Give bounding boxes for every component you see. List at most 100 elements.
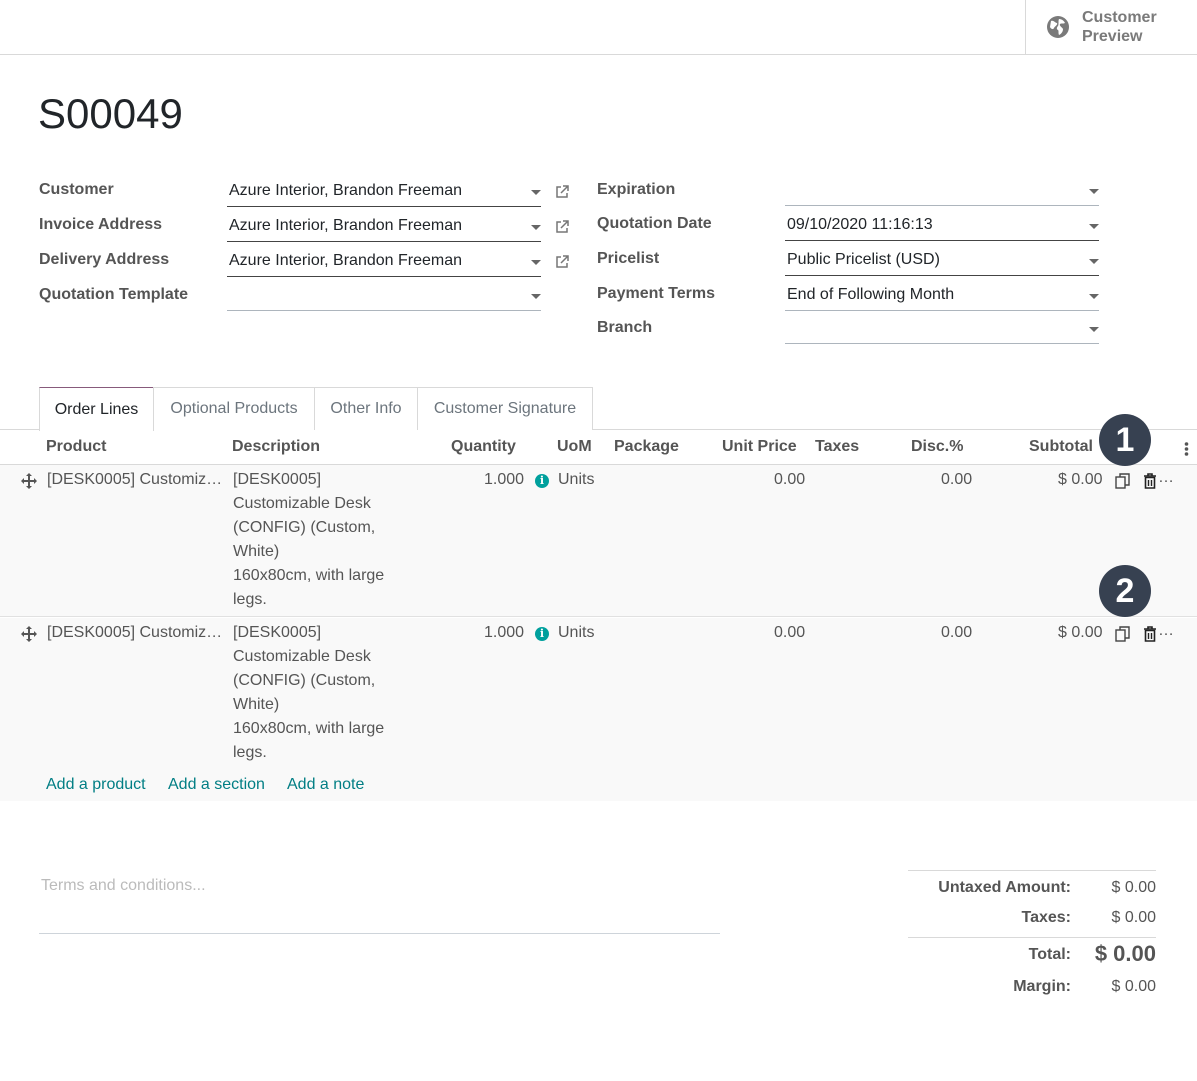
order-lines-header: Product Description Quantity UoM Package… <box>0 430 1197 465</box>
table-row[interactable]: [DESK0005] Customiz… [DESK0005] Customiz… <box>0 465 1197 617</box>
drag-handle-icon[interactable] <box>21 626 37 642</box>
quotation-date-field[interactable]: 09/10/2020 11:16:13 <box>785 212 1099 241</box>
preview-label-line2: Preview <box>1082 28 1143 45</box>
add-product-link[interactable]: Add a product <box>46 776 146 794</box>
customer-field[interactable]: Azure Interior, Brandon Freeman <box>227 178 541 207</box>
more-actions-ellipsis[interactable]: … <box>1158 622 1174 640</box>
column-header-package[interactable]: Package <box>614 438 679 456</box>
column-header-subtotal[interactable]: Subtotal <box>1029 438 1093 456</box>
drag-handle-icon[interactable] <box>21 473 37 489</box>
column-options-icon[interactable] <box>1184 441 1189 457</box>
customer-preview-button[interactable]: Customer Preview <box>1025 0 1197 54</box>
column-header-quantity[interactable]: Quantity <box>451 438 516 456</box>
external-link-icon[interactable] <box>554 184 570 200</box>
discount-cell[interactable]: 0.00 <box>941 624 972 642</box>
description-line: White) <box>233 696 280 713</box>
info-icon[interactable]: i <box>535 474 549 488</box>
product-cell[interactable]: [DESK0005] Customiz… <box>47 624 222 642</box>
preview-label-line1: Customer <box>1082 9 1157 26</box>
add-section-link[interactable]: Add a section <box>168 776 265 794</box>
payment-terms-field[interactable]: End of Following Month <box>785 282 1099 311</box>
delivery-address-value: Azure Interior, Brandon Freeman <box>229 252 463 269</box>
column-header-discount[interactable]: Disc.% <box>911 438 963 456</box>
payment-terms-label: Payment Terms <box>597 285 715 302</box>
chevron-down-icon[interactable] <box>531 294 541 299</box>
quotation-date-value: 09/10/2020 11:16:13 <box>787 216 933 233</box>
untaxed-amount-value: $ 0.00 <box>1111 879 1156 896</box>
trash-icon[interactable] <box>1142 626 1158 642</box>
chevron-down-icon[interactable] <box>531 260 541 265</box>
margin-value: $ 0.00 <box>1111 978 1156 995</box>
terms-and-conditions-field[interactable]: Terms and conditions... <box>39 874 720 934</box>
subtotal-cell: $ 0.00 <box>1058 624 1103 641</box>
totals-divider <box>908 870 1156 871</box>
chevron-down-icon[interactable] <box>1089 327 1099 332</box>
uom-cell[interactable]: Units <box>558 624 594 642</box>
description-cell[interactable]: [DESK0005] Customizable Desk (CONFIG) (C… <box>233 468 403 612</box>
chevron-down-icon[interactable] <box>1089 259 1099 264</box>
payment-terms-value: End of Following Month <box>787 286 955 303</box>
description-line: (CONFIG) (Custom, <box>233 519 376 536</box>
totals-divider <box>908 937 1156 938</box>
invoice-address-value: Azure Interior, Brandon Freeman <box>229 217 463 234</box>
invoice-address-label: Invoice Address <box>39 216 163 233</box>
tab-optional-products[interactable]: Optional Products <box>153 387 315 430</box>
tab-order-lines[interactable]: Order Lines <box>39 387 154 431</box>
column-header-unit-price[interactable]: Unit Price <box>722 438 797 456</box>
description-line: Customizable Desk <box>233 648 371 665</box>
notebook-tabs: Order Lines Optional Products Other Info… <box>0 387 1197 431</box>
total-value: $ 0.00 <box>1094 941 1156 966</box>
add-note-link[interactable]: Add a note <box>287 776 364 794</box>
delivery-address-field[interactable]: Azure Interior, Brandon Freeman <box>227 248 541 277</box>
chevron-down-icon[interactable] <box>1089 224 1099 229</box>
chevron-down-icon[interactable] <box>531 225 541 230</box>
more-actions-ellipsis[interactable]: … <box>1158 469 1174 487</box>
tab-customer-signature[interactable]: Customer Signature <box>417 387 593 430</box>
tab-other-info[interactable]: Other Info <box>314 387 418 430</box>
control-panel: Customer Preview <box>0 0 1197 55</box>
customer-value: Azure Interior, Brandon Freeman <box>229 182 463 199</box>
description-line: [DESK0005] <box>233 624 322 641</box>
description-line: 160x80cm, with large <box>233 720 385 737</box>
quantity-cell[interactable]: 1.000 <box>484 624 524 642</box>
product-cell[interactable]: [DESK0005] Customiz… <box>47 471 222 489</box>
description-line: [DESK0005] <box>233 471 322 488</box>
expiration-field[interactable] <box>785 177 1099 206</box>
subtotal-cell: $ 0.00 <box>1058 471 1103 488</box>
record-title: S00049 <box>38 90 183 137</box>
description-line: Customizable Desk <box>233 495 371 512</box>
column-header-uom[interactable]: UoM <box>557 438 592 456</box>
pricelist-label: Pricelist <box>597 250 660 267</box>
external-link-icon[interactable] <box>554 219 570 235</box>
branch-field[interactable] <box>785 315 1099 344</box>
info-icon[interactable]: i <box>535 627 549 641</box>
quantity-cell[interactable]: 1.000 <box>484 471 524 489</box>
discount-cell[interactable]: 0.00 <box>941 471 972 489</box>
chevron-down-icon[interactable] <box>1089 189 1099 194</box>
column-header-taxes[interactable]: Taxes <box>815 438 859 456</box>
pricelist-value: Public Pricelist (USD) <box>787 251 940 268</box>
taxes-value: $ 0.00 <box>1111 909 1156 926</box>
column-header-description[interactable]: Description <box>232 438 320 456</box>
external-link-icon[interactable] <box>554 254 570 270</box>
quotation-template-field[interactable] <box>227 282 541 311</box>
description-cell[interactable]: [DESK0005] Customizable Desk (CONFIG) (C… <box>233 621 403 765</box>
pricelist-field[interactable]: Public Pricelist (USD) <box>785 247 1099 276</box>
trash-icon[interactable] <box>1142 473 1158 489</box>
uom-cell[interactable]: Units <box>558 471 594 489</box>
customer-preview-label: Customer Preview <box>1082 8 1162 46</box>
chevron-down-icon[interactable] <box>531 190 541 195</box>
unit-price-cell[interactable]: 0.00 <box>774 471 805 489</box>
chevron-down-icon[interactable] <box>1089 294 1099 299</box>
taxes-label: Taxes: <box>1021 909 1071 926</box>
expiration-label: Expiration <box>597 181 676 198</box>
duplicate-icon[interactable] <box>1115 473 1131 489</box>
quotation-template-label: Quotation Template <box>39 286 189 303</box>
duplicate-icon[interactable] <box>1115 626 1131 642</box>
branch-label: Branch <box>597 319 653 336</box>
unit-price-cell[interactable]: 0.00 <box>774 624 805 642</box>
invoice-address-field[interactable]: Azure Interior, Brandon Freeman <box>227 213 541 242</box>
table-row[interactable]: [DESK0005] Customiz… [DESK0005] Customiz… <box>0 618 1197 771</box>
margin-label: Margin: <box>1013 978 1071 995</box>
column-header-product[interactable]: Product <box>46 438 106 456</box>
